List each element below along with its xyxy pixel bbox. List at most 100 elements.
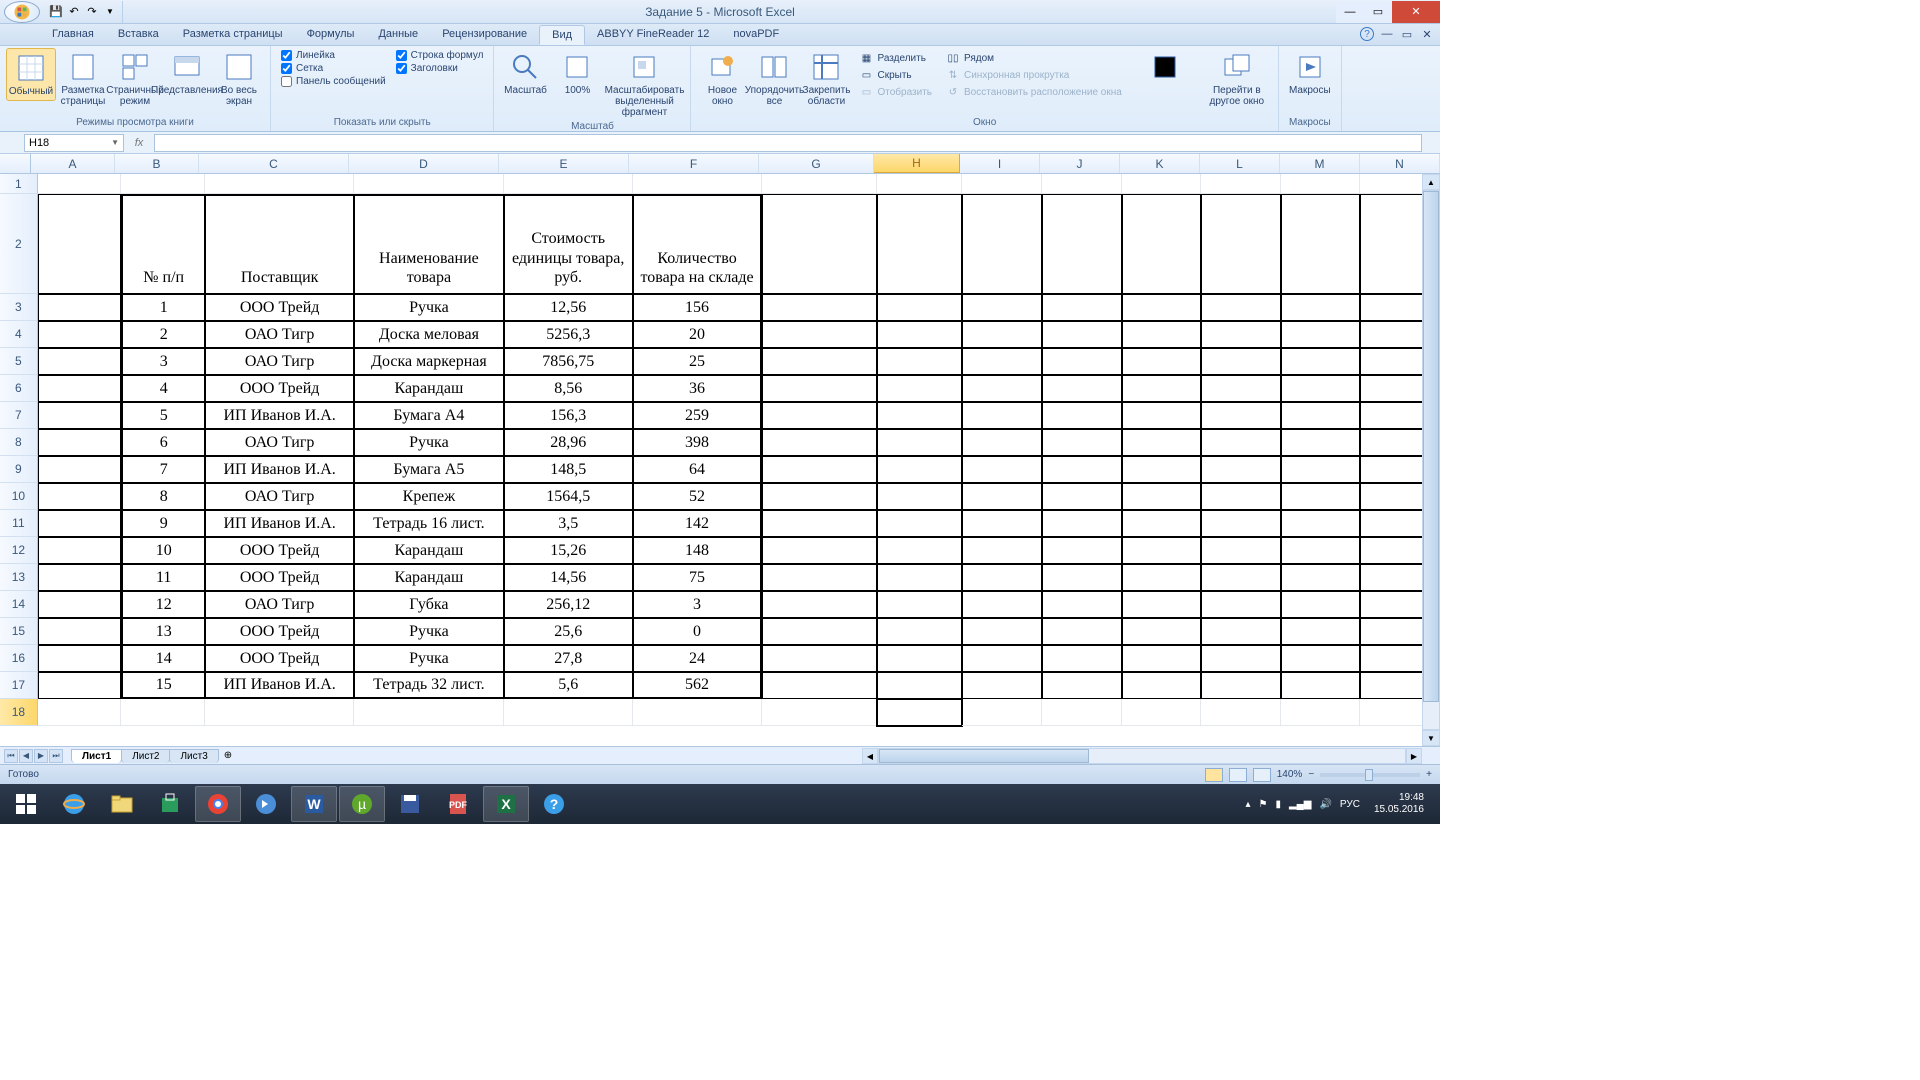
cell[interactable]: 156 [633,294,762,321]
column-header-G[interactable]: G [759,154,874,173]
cell[interactable] [38,564,122,591]
row-header-12[interactable]: 12 [0,537,38,564]
cell[interactable]: 0 [633,618,762,645]
cell[interactable]: ООО Трейд [205,618,354,645]
cell[interactable] [877,321,963,348]
cell[interactable]: 2 [121,321,205,348]
cell[interactable] [1281,402,1361,429]
taskbar-save-icon[interactable] [387,786,433,822]
cell[interactable]: Ручка [354,429,503,456]
tab-вид[interactable]: Вид [539,25,585,45]
taskbar-audio-icon[interactable] [243,786,289,822]
cell[interactable] [1042,194,1122,294]
cell[interactable] [962,294,1042,321]
macros-button[interactable]: Макросы [1285,48,1335,99]
scroll-up-icon[interactable]: ▲ [1422,174,1440,190]
cell[interactable] [38,456,122,483]
cell[interactable]: 3 [121,348,205,375]
taskbar-word-icon[interactable]: W [291,786,337,822]
office-button[interactable] [4,1,40,23]
cell[interactable] [877,483,963,510]
cell[interactable] [1281,348,1361,375]
cell[interactable] [1281,174,1361,194]
column-header-H[interactable]: H [874,154,960,173]
cell[interactable] [1201,483,1281,510]
sheet-tab-Лист3[interactable]: Лист3 [169,749,218,763]
cell[interactable] [762,456,876,483]
cell[interactable] [1122,591,1202,618]
horizontal-scrollbar[interactable]: ◀ ▶ [862,748,1422,764]
cell[interactable] [1122,510,1202,537]
cell[interactable] [962,348,1042,375]
cell[interactable]: 28,96 [504,429,633,456]
cell[interactable]: 4 [121,375,205,402]
cell[interactable] [38,591,122,618]
sheet-last-icon[interactable]: ⏭ [49,749,63,763]
cell[interactable]: 9 [121,510,205,537]
tray-volume-icon[interactable]: 🔊 [1319,799,1331,810]
cell[interactable] [762,510,876,537]
cell[interactable] [762,645,876,672]
cell[interactable] [1122,645,1202,672]
cell[interactable]: 20 [633,321,762,348]
cell[interactable]: 13 [121,618,205,645]
cell[interactable] [205,699,354,726]
cell[interactable] [38,699,122,726]
cell[interactable] [877,194,963,294]
cell[interactable] [962,402,1042,429]
zoom-100-button[interactable]: 100% [552,48,602,99]
sheet-prev-icon[interactable]: ◀ [19,749,33,763]
column-header-N[interactable]: N [1360,154,1440,173]
cell[interactable] [1122,672,1202,699]
cell[interactable] [1042,510,1122,537]
cell[interactable]: Бумага А4 [354,402,503,429]
cell[interactable]: Карандаш [354,564,503,591]
cell[interactable] [962,456,1042,483]
cell[interactable] [962,321,1042,348]
view-fullscreen-button[interactable]: Во весь экран [214,48,264,110]
row-header-17[interactable]: 17 [0,672,38,699]
undo-icon[interactable]: ↶ [66,4,82,20]
cell[interactable]: 8,56 [504,375,633,402]
cell[interactable]: Карандаш [354,537,503,564]
cell[interactable]: 3 [633,591,762,618]
taskbar-chrome-icon[interactable] [195,786,241,822]
cell[interactable] [877,645,963,672]
cell[interactable] [1201,348,1281,375]
cell[interactable]: 259 [633,402,762,429]
cell[interactable] [962,699,1042,726]
cell[interactable] [1122,537,1202,564]
cell[interactable] [1042,321,1122,348]
cell[interactable] [1042,537,1122,564]
cell[interactable] [762,618,876,645]
cell[interactable] [1201,672,1281,699]
tray-battery-icon[interactable]: ▮ [1275,799,1281,810]
cell[interactable]: 27,8 [504,645,633,672]
cell[interactable] [38,618,122,645]
cell[interactable] [1281,375,1361,402]
row-header-10[interactable]: 10 [0,483,38,510]
new-window-button[interactable]: Новое окно [697,48,747,110]
cell[interactable] [1281,483,1361,510]
view-normal-button[interactable]: Обычный [6,48,56,101]
cell[interactable] [504,174,633,194]
tray-language[interactable]: РУС [1340,799,1360,810]
cell[interactable] [1281,429,1361,456]
cell[interactable] [877,402,963,429]
cell[interactable]: 6 [121,429,205,456]
cell[interactable] [962,194,1042,294]
minimize-ribbon-icon[interactable]: — [1380,27,1394,41]
cell[interactable]: 5256,3 [504,321,633,348]
cell[interactable] [1042,618,1122,645]
cell[interactable] [877,375,963,402]
cell[interactable] [1042,672,1122,699]
formulabar-checkbox[interactable]: Строка формул [396,50,484,61]
cell[interactable] [1201,321,1281,348]
cell[interactable] [38,402,122,429]
cell[interactable] [762,429,876,456]
zoom-button[interactable]: Масштаб [500,48,550,99]
cell[interactable] [38,510,122,537]
cell[interactable] [1201,294,1281,321]
cell[interactable]: 25,6 [504,618,633,645]
row-header-8[interactable]: 8 [0,429,38,456]
